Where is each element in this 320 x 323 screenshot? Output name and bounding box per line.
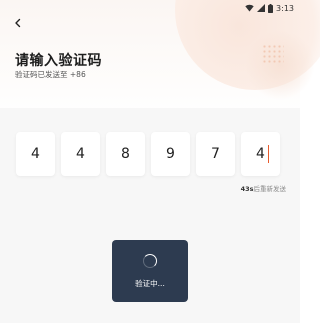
battery-icon: [268, 3, 274, 13]
chevron-left-icon: [15, 18, 21, 28]
code-digit-6[interactable]: 4: [241, 132, 280, 176]
code-digit-4[interactable]: 9: [151, 132, 190, 176]
page-title: 请输入验证码: [15, 53, 102, 69]
code-digit-1[interactable]: 4: [16, 132, 55, 176]
decorative-dots: [262, 44, 284, 64]
page-subtitle: 验证码已发送至 +86: [15, 70, 86, 79]
status-time: 3:13: [276, 3, 294, 13]
status-bar: 3:13: [245, 2, 294, 14]
code-digit-3[interactable]: 8: [106, 132, 145, 176]
resend-label: 后重新发送: [253, 185, 287, 193]
back-button[interactable]: [10, 15, 26, 31]
resend-countdown: 43s后重新发送: [241, 183, 286, 193]
resend-seconds: 43s: [240, 185, 254, 193]
verifying-toast: 验证中...: [112, 240, 188, 302]
code-digit-5[interactable]: 7: [196, 132, 235, 176]
code-digit-2[interactable]: 4: [61, 132, 100, 176]
signal-icon: [257, 4, 266, 12]
spinner-icon: [143, 253, 157, 268]
code-input-row[interactable]: 4 4 8 9 7 4: [16, 132, 280, 176]
decorative-blob-small: [245, 30, 315, 100]
toast-text: 验证中...: [135, 278, 165, 288]
wifi-icon: [245, 4, 254, 12]
